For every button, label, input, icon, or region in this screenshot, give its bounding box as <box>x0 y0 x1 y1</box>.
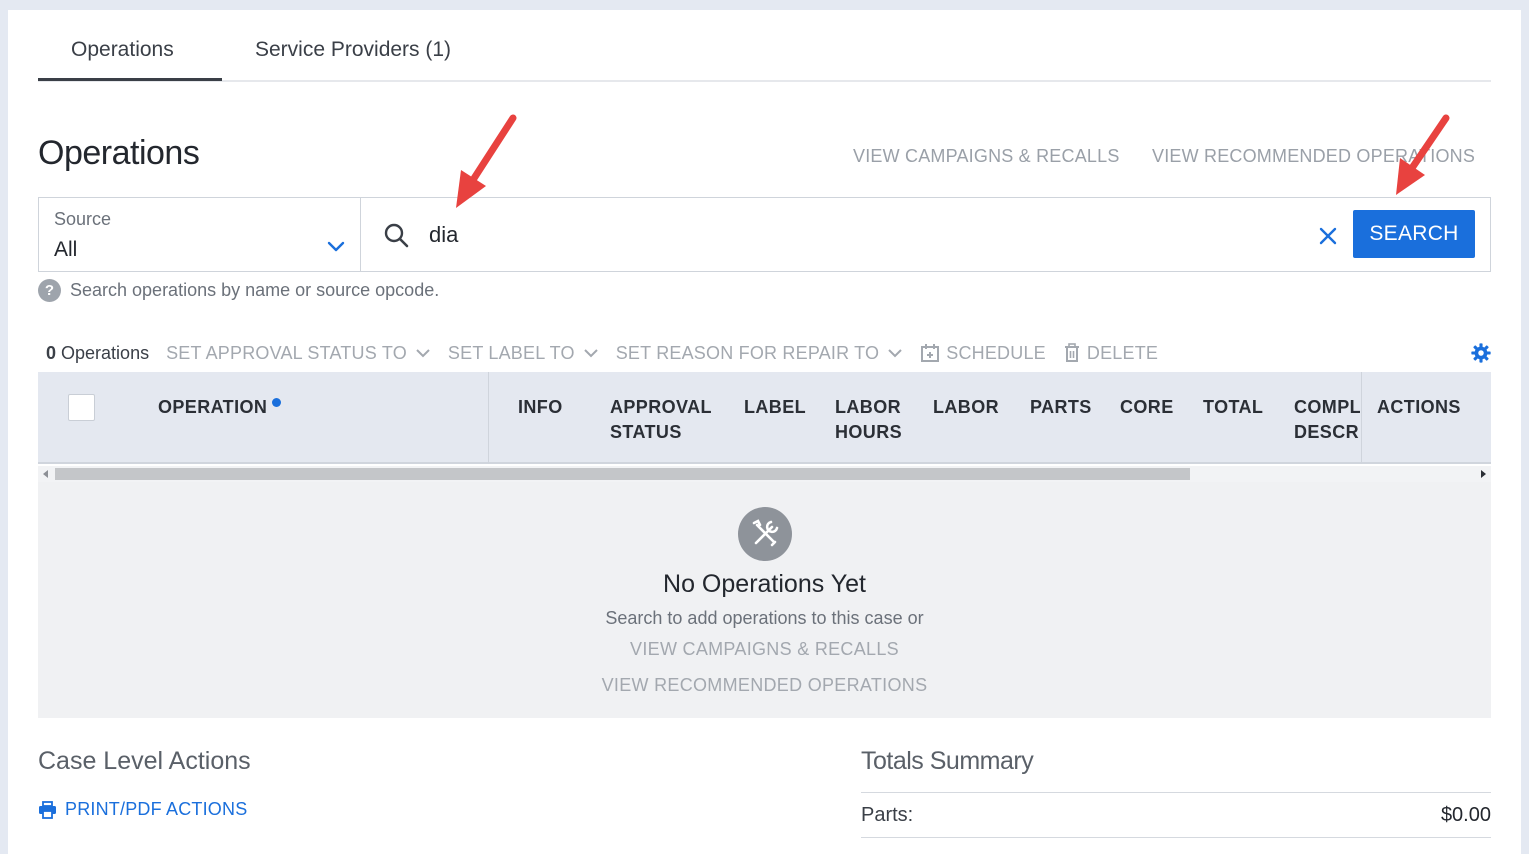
view-campaigns-link[interactable]: VIEW CAMPAIGNS & RECALLS <box>853 146 1120 167</box>
col-approval-status: APPROVAL STATUS <box>610 397 712 442</box>
table-header: OPERATION INFO APPROVAL STATUS LABEL LAB… <box>38 372 1491 464</box>
print-pdf-actions-link[interactable]: PRINT/PDF ACTIONS <box>38 799 247 820</box>
chevron-down-icon <box>584 349 598 358</box>
col-parts: PARTS <box>1030 397 1092 417</box>
set-label-label: SET LABEL TO <box>447 342 575 363</box>
schedule-button[interactable]: SCHEDULE <box>920 343 1046 364</box>
col-operation-label: OPERATION <box>158 397 268 417</box>
chevron-down-icon <box>416 349 430 358</box>
main-card: Operations Service Providers (1) Operati… <box>8 10 1521 854</box>
col-total: TOTAL <box>1203 397 1264 417</box>
column-divider <box>1361 372 1362 464</box>
divider <box>861 792 1491 793</box>
operations-count-value: 0 <box>46 342 57 363</box>
tab-bar: Operations Service Providers (1) <box>38 10 1491 82</box>
page-title: Operations <box>38 134 200 172</box>
tab-operations[interactable]: Operations <box>71 38 174 62</box>
active-tab-indicator <box>38 78 222 81</box>
case-level-actions-title: Case Level Actions <box>38 747 251 775</box>
search-hint-text: Search operations by name or source opco… <box>70 280 440 300</box>
col-info: INFO <box>518 397 563 417</box>
empty-state-subtitle: Search to add operations to this case or <box>605 608 924 628</box>
delete-button[interactable]: DELETE <box>1063 343 1158 364</box>
col-labor-hours: LABOR HOURS <box>835 397 903 442</box>
set-reason-dropdown[interactable]: SET REASON FOR REPAIR TO <box>616 343 904 364</box>
required-dot-icon <box>272 398 282 407</box>
search-button[interactable]: SEARCH <box>1353 210 1475 258</box>
col-operation[interactable]: OPERATION <box>158 395 282 420</box>
empty-view-recommended-link[interactable]: VIEW RECOMMENDED OPERATIONS <box>38 675 1491 696</box>
help-icon: ? <box>38 279 61 302</box>
search-box: SEARCH <box>361 197 1491 272</box>
totals-summary-title: Totals Summary <box>861 747 1034 775</box>
search-input[interactable] <box>429 218 1289 252</box>
col-complaint-description: COMPL DESCRI <box>1294 397 1360 442</box>
totals-parts-value: $0.00 <box>1440 804 1491 826</box>
view-recommended-link[interactable]: VIEW RECOMMENDED OPERATIONS <box>1152 146 1475 167</box>
scroll-left-icon[interactable] <box>43 470 48 478</box>
scroll-right-icon[interactable] <box>1481 470 1486 478</box>
operations-count-label: Operations <box>61 342 150 363</box>
source-value: All <box>54 238 78 261</box>
bulk-actions-toolbar: 0 Operations SET APPROVAL STATUS TO SET … <box>46 341 1158 365</box>
col-actions: ACTIONS <box>1377 397 1461 417</box>
horizontal-scrollbar[interactable] <box>38 466 1491 482</box>
delete-label: DELETE <box>1086 342 1159 363</box>
search-icon <box>384 223 409 248</box>
col-labor: LABOR <box>933 397 999 417</box>
operations-count: 0 Operations <box>46 343 149 364</box>
chevron-down-icon <box>888 349 902 358</box>
divider <box>861 837 1491 838</box>
gear-icon[interactable] <box>1470 342 1492 364</box>
chevron-down-icon <box>327 241 345 252</box>
set-label-dropdown[interactable]: SET LABEL TO <box>448 343 599 364</box>
set-approval-status-label: SET APPROVAL STATUS TO <box>166 342 407 363</box>
select-all-checkbox[interactable] <box>68 394 95 421</box>
source-select[interactable]: Source All <box>38 197 361 272</box>
calendar-icon <box>921 344 940 362</box>
source-label: Source <box>54 209 112 229</box>
set-approval-status-dropdown[interactable]: SET APPROVAL STATUS TO <box>166 343 431 364</box>
column-divider <box>488 372 489 464</box>
empty-view-campaigns-link[interactable]: VIEW CAMPAIGNS & RECALLS <box>38 639 1491 660</box>
empty-state: No Operations Yet Search to add operatio… <box>38 482 1491 718</box>
set-reason-label: SET REASON FOR REPAIR TO <box>615 342 880 363</box>
schedule-label: SCHEDULE <box>946 342 1046 363</box>
close-icon[interactable] <box>1316 224 1340 248</box>
totals-parts-label: Parts: <box>861 804 914 826</box>
col-core: CORE <box>1120 397 1174 417</box>
search-hint: ? Search operations by name or source op… <box>38 279 439 302</box>
tools-icon <box>738 507 792 561</box>
empty-state-title: No Operations Yet <box>663 570 866 598</box>
tab-service-providers[interactable]: Service Providers (1) <box>255 38 451 62</box>
printer-icon <box>39 800 56 819</box>
print-pdf-actions-label: PRINT/PDF ACTIONS <box>65 799 248 819</box>
scrollbar-thumb[interactable] <box>55 468 1190 480</box>
col-label: LABEL <box>744 397 806 417</box>
trash-icon <box>1064 343 1079 362</box>
